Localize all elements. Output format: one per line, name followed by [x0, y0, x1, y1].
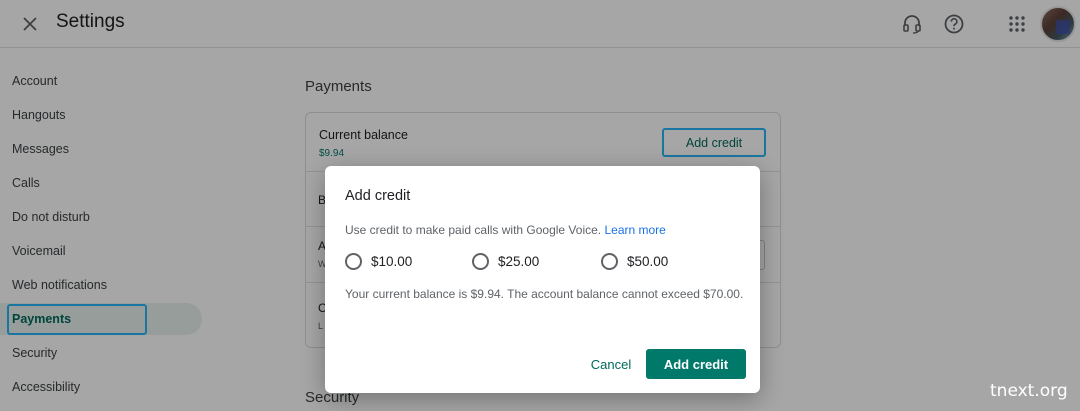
credit-option-label: $50.00 — [627, 253, 669, 269]
dialog-description-text: Use credit to make paid calls with Googl… — [345, 223, 602, 237]
dialog-description: Use credit to make paid calls with Googl… — [345, 223, 666, 237]
credit-option-50[interactable]: $50.00 — [601, 251, 668, 271]
credit-option-10[interactable]: $10.00 — [345, 251, 412, 271]
credit-option-label: $10.00 — [371, 253, 413, 269]
dialog-title: Add credit — [345, 188, 411, 204]
submit-add-credit-button[interactable]: Add credit — [646, 349, 746, 379]
cancel-button[interactable]: Cancel — [583, 349, 639, 379]
learn-more-link[interactable]: Learn more — [604, 223, 665, 237]
watermark: tnext.org — [990, 381, 1068, 401]
credit-option-25[interactable]: $25.00 — [472, 251, 539, 271]
credit-option-label: $25.00 — [498, 253, 540, 269]
add-credit-dialog: Add credit Use credit to make paid calls… — [325, 166, 760, 393]
radio-circle[interactable] — [601, 252, 618, 270]
balance-limit-note: Your current balance is $9.94. The accou… — [345, 287, 744, 301]
radio-circle[interactable] — [345, 252, 362, 270]
radio-circle[interactable] — [472, 252, 489, 270]
